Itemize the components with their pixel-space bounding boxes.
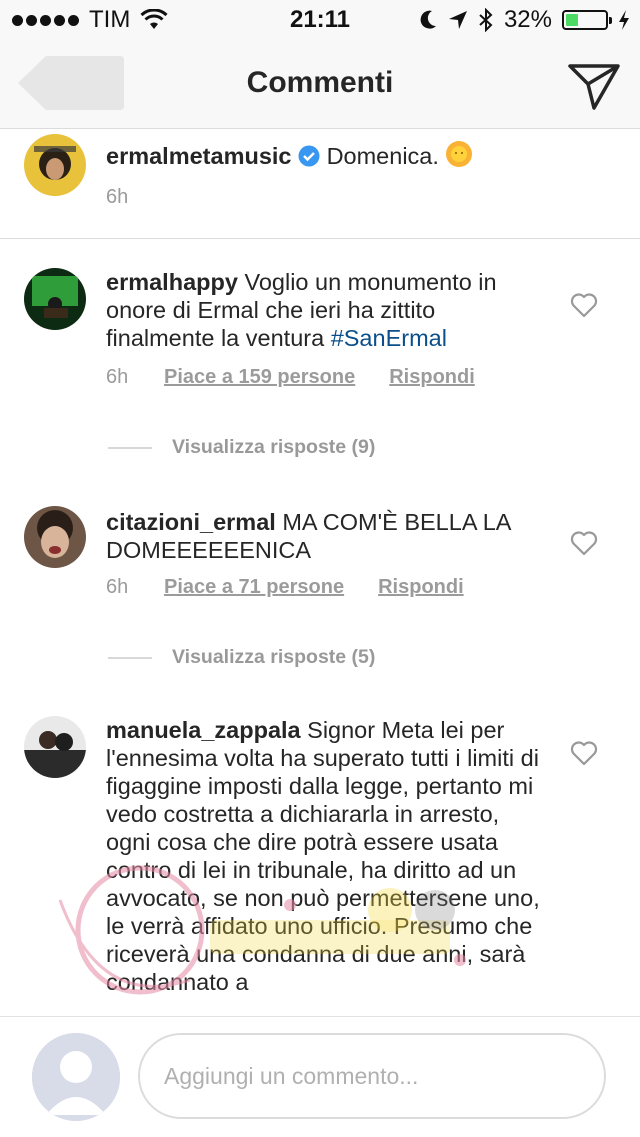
- comment-time: 6h: [106, 366, 129, 388]
- battery-level: [566, 14, 578, 26]
- heart-icon[interactable]: [570, 740, 598, 766]
- divider-line: [108, 656, 152, 659]
- comment-meta: 6h Piace a 71 persone Rispondi: [106, 576, 464, 599]
- caption-text: ermalmetamusic Domenica.: [106, 140, 576, 170]
- comment-username[interactable]: citazioni_ermal: [106, 509, 276, 535]
- avatar[interactable]: [24, 134, 86, 196]
- comment-text: ermalhappy Voglio un monumento in onore …: [106, 268, 546, 352]
- comment-time: 6h: [106, 576, 129, 598]
- view-replies-button[interactable]: Visualizza risposte (5): [108, 646, 608, 669]
- divider-line: [108, 446, 152, 449]
- reply-link[interactable]: Rispondi: [378, 576, 464, 599]
- avatar[interactable]: [24, 716, 86, 778]
- comment-text: manuela_zappala Signor Meta lei per l'en…: [106, 716, 546, 996]
- send-direct-icon[interactable]: [568, 62, 620, 110]
- location-arrow-icon: [448, 11, 467, 29]
- post-caption: ermalmetamusic Domenica. 6h: [0, 128, 640, 238]
- comment-meta: 6h Piace a 159 persone Rispondi: [106, 366, 475, 389]
- caption-body: Domenica.: [326, 143, 439, 169]
- caption-meta: 6h: [106, 186, 164, 209]
- moon-icon: [420, 10, 436, 29]
- comment-item: manuela_zappala Signor Meta lei per l'en…: [0, 690, 640, 1016]
- heart-icon[interactable]: [570, 292, 598, 318]
- comment-item: ermalhappy Voglio un monumento in onore …: [0, 238, 640, 478]
- caption-time: 6h: [106, 186, 129, 208]
- comment-input[interactable]: [138, 1033, 606, 1119]
- view-replies-label: Visualizza risposte (9): [172, 436, 376, 458]
- reply-link[interactable]: Rispondi: [389, 366, 475, 389]
- comment-username[interactable]: manuela_zappala: [106, 717, 301, 743]
- charging-bolt-icon: [619, 10, 629, 30]
- avatar[interactable]: [24, 268, 86, 330]
- comment-username[interactable]: ermalhappy: [106, 269, 238, 295]
- view-replies-button[interactable]: Visualizza risposte (9): [108, 436, 608, 459]
- view-replies-label: Visualizza risposte (5): [172, 646, 376, 668]
- comment-text: citazioni_ermal MA COM'È BELLA LA DOMEEE…: [106, 508, 546, 564]
- verified-badge-icon: [298, 145, 320, 167]
- sun-face-icon: [446, 141, 473, 167]
- comment-item: citazioni_ermal MA COM'È BELLA LA DOMEEE…: [0, 478, 640, 690]
- likes-link[interactable]: Piace a 71 persone: [164, 576, 344, 599]
- user-avatar-placeholder-icon: [32, 1033, 120, 1121]
- battery-percentage: 32%: [503, 6, 552, 33]
- battery-icon: [562, 10, 612, 30]
- likes-link[interactable]: Piace a 159 persone: [164, 366, 355, 389]
- avatar[interactable]: [24, 506, 86, 568]
- page-title: Commenti: [246, 66, 394, 99]
- bluetooth-icon: [479, 8, 493, 32]
- status-bar: TIM 21:11 32%: [0, 0, 640, 40]
- comment-body: Signor Meta lei per l'ennesima volta ha …: [106, 717, 540, 995]
- hashtag-link[interactable]: #SanErmal: [331, 325, 447, 351]
- status-right: 32%: [418, 6, 630, 34]
- navigation-bar: Commenti: [0, 40, 640, 129]
- comment-composer: [0, 1016, 640, 1137]
- heart-icon[interactable]: [570, 530, 598, 556]
- caption-username[interactable]: ermalmetamusic: [106, 143, 292, 169]
